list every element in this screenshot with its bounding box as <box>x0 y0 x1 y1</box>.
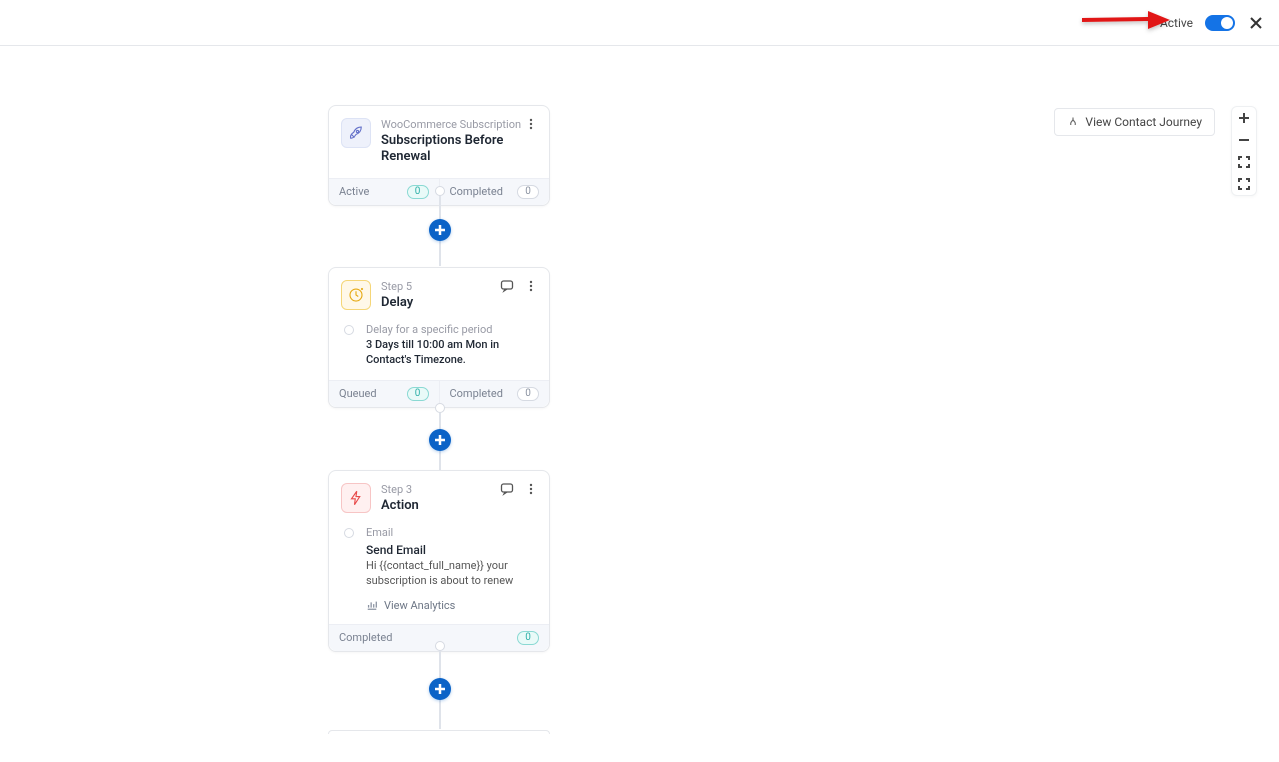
card-title: Action <box>381 498 419 514</box>
close-button[interactable] <box>1247 14 1265 32</box>
card-notes-button[interactable] <box>499 481 515 497</box>
chart-icon <box>366 599 378 611</box>
plus-icon <box>434 434 446 446</box>
action-card[interactable]: Step 3 Action Email Send Email Hi {{cont… <box>328 470 550 652</box>
connector-node <box>435 403 445 413</box>
foot-label: Completed <box>450 185 503 198</box>
completed-count-pill: 0 <box>517 387 539 401</box>
bolt-icon <box>341 483 371 513</box>
foot-label: Queued <box>339 387 377 400</box>
connector-node <box>435 186 445 196</box>
card-title: Subscriptions Before Renewal <box>381 133 537 166</box>
card-title: Delay <box>381 295 413 311</box>
foot-label: Active <box>339 185 369 198</box>
foot-label: Completed <box>339 631 392 644</box>
add-step-button[interactable] <box>429 219 451 241</box>
body-desc: Hi {{contact_full_name}} your subscripti… <box>366 559 537 589</box>
dots-icon <box>524 482 538 496</box>
timeline-dot <box>344 528 354 538</box>
dots-icon <box>524 117 538 131</box>
delay-card[interactable]: Step 5 Delay Delay for a specific period… <box>328 267 550 408</box>
card-menu-button[interactable] <box>523 481 539 497</box>
header: Active <box>0 0 1279 46</box>
rocket-icon <box>341 118 371 148</box>
connector-node <box>435 641 445 651</box>
add-step-button[interactable] <box>429 429 451 451</box>
completed-count-pill: 0 <box>517 185 539 199</box>
card-overline: WooCommerce Subscription <box>381 118 537 131</box>
view-analytics-label: View Analytics <box>384 599 455 612</box>
card-body: Email Send Email Hi {{contact_full_name}… <box>329 526 549 624</box>
card-menu-button[interactable] <box>523 278 539 294</box>
dots-icon <box>524 279 538 293</box>
chat-icon <box>500 279 514 293</box>
card-overline: Step 3 <box>381 483 419 496</box>
body-label: Email <box>366 526 537 539</box>
view-analytics-link[interactable]: View Analytics <box>366 599 537 612</box>
card-body: Delay for a specific period 3 Days till … <box>329 323 549 380</box>
active-count-pill: 0 <box>407 185 429 199</box>
active-label: Active <box>1160 16 1193 30</box>
clock-icon <box>341 280 371 310</box>
card-head: Step 5 Delay <box>329 268 549 323</box>
card-menu-button[interactable] <box>523 116 539 132</box>
active-toggle[interactable] <box>1205 15 1235 31</box>
queued-count-pill: 0 <box>407 387 429 401</box>
body-desc: 3 Days till 10:00 am Mon in Contact's Ti… <box>366 338 537 368</box>
card-notes-button[interactable] <box>499 278 515 294</box>
plus-icon <box>434 683 446 695</box>
card-overline: Step 5 <box>381 280 413 293</box>
completed-count-pill: 0 <box>517 631 539 645</box>
body-label: Delay for a specific period <box>366 323 537 336</box>
chat-icon <box>500 482 514 496</box>
card-head: Step 3 Action <box>329 471 549 526</box>
close-icon <box>1249 16 1263 30</box>
flow-canvas[interactable]: WooCommerce Subscription Subscriptions B… <box>0 46 1279 762</box>
timeline-dot <box>344 325 354 335</box>
plus-icon <box>434 224 446 236</box>
foot-label: Completed <box>450 387 503 400</box>
body-title: Send Email <box>366 543 537 557</box>
add-step-button[interactable] <box>429 678 451 700</box>
card-head: WooCommerce Subscription Subscriptions B… <box>329 106 549 178</box>
next-card-peek <box>328 730 550 734</box>
